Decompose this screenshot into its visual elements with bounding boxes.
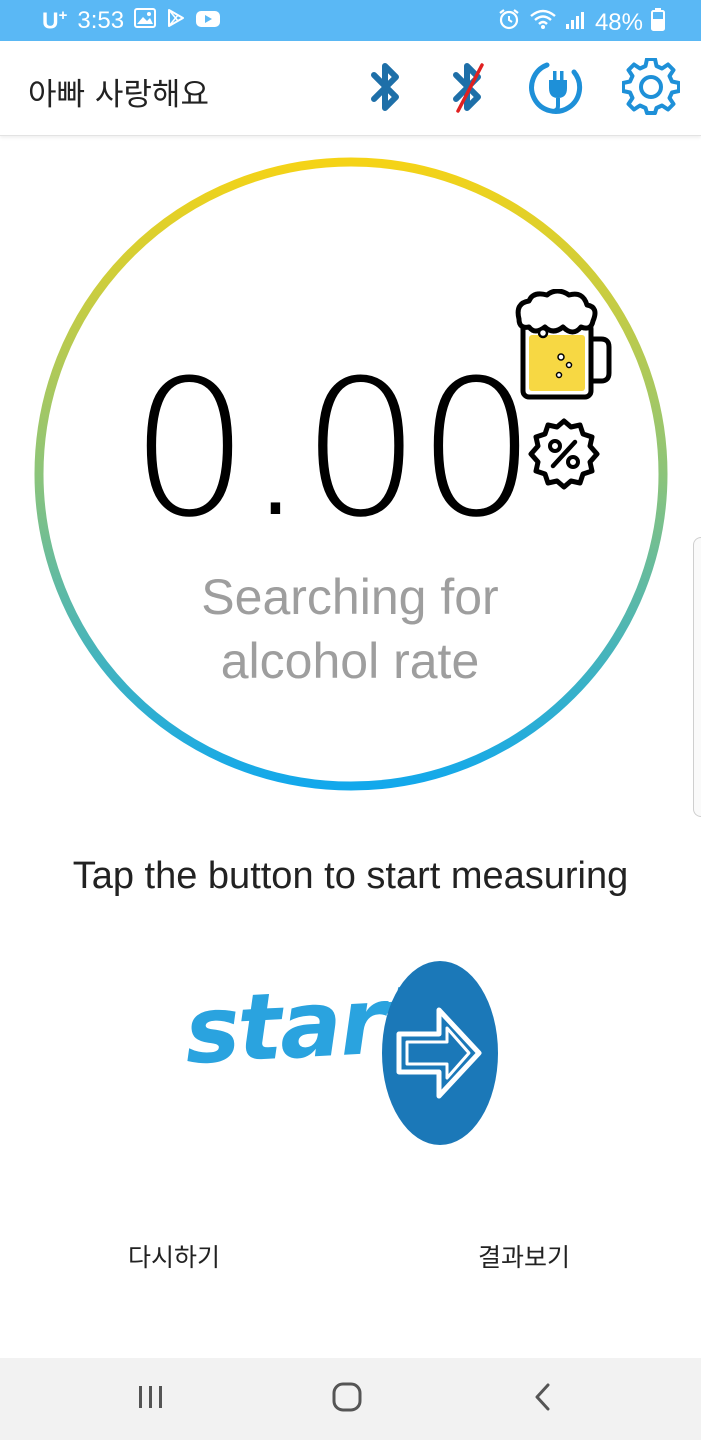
carrier-label: U+ — [42, 7, 68, 34]
signal-icon — [565, 9, 587, 37]
recent-apps-icon — [136, 1384, 166, 1414]
status-line-2: alcohol rate — [220, 633, 480, 689]
instruction-text: Tap the button to start measuring — [72, 855, 629, 897]
beer-mug-icon — [513, 288, 613, 401]
settings-gear-icon — [621, 57, 681, 120]
back-icon — [532, 1382, 554, 1416]
retry-button[interactable]: 다시하기 — [128, 1238, 220, 1274]
power-button[interactable] — [526, 59, 586, 119]
home-button[interactable] — [317, 1376, 377, 1422]
gallery-icon — [134, 7, 157, 35]
alarm-icon — [497, 7, 521, 38]
clock: 3:53 — [77, 7, 125, 34]
youtube-icon — [196, 7, 221, 35]
alcohol-reading-value: 0.00 — [130, 340, 537, 559]
home-icon — [331, 1381, 363, 1417]
recent-apps-button[interactable] — [121, 1376, 181, 1422]
measurement-status: Searching for alcohol rate — [120, 565, 580, 693]
status-line-1: Searching for — [201, 569, 499, 625]
arrow-right-icon — [381, 960, 499, 1146]
system-nav-bar — [0, 1358, 701, 1440]
app-title: 아빠 사랑해요 — [28, 77, 209, 113]
wifi-icon — [529, 8, 557, 37]
app-toolbar: 아빠 사랑해요 — [0, 41, 701, 136]
percent-badge-icon — [528, 418, 600, 490]
start-button[interactable]: start — [182, 960, 503, 1148]
bluetooth-button[interactable] — [356, 59, 416, 119]
view-results-button[interactable]: 결과보기 — [478, 1238, 570, 1274]
edge-panel-handle[interactable] — [693, 537, 701, 817]
status-bar-right: 48% — [497, 7, 665, 38]
battery-percent: 48% — [594, 8, 643, 36]
bluetooth-icon — [366, 60, 406, 118]
settings-button[interactable] — [621, 57, 681, 120]
status-bar: U+ 3:53 48% — [0, 0, 701, 41]
bluetooth-disconnect-button[interactable] — [438, 59, 498, 119]
power-plug-icon — [527, 58, 585, 120]
bluetooth-disabled-icon — [446, 59, 490, 119]
back-button[interactable] — [513, 1376, 573, 1422]
play-store-icon — [166, 7, 186, 35]
battery-icon — [651, 7, 665, 38]
status-bar-left: U+ 3:53 — [42, 7, 221, 35]
